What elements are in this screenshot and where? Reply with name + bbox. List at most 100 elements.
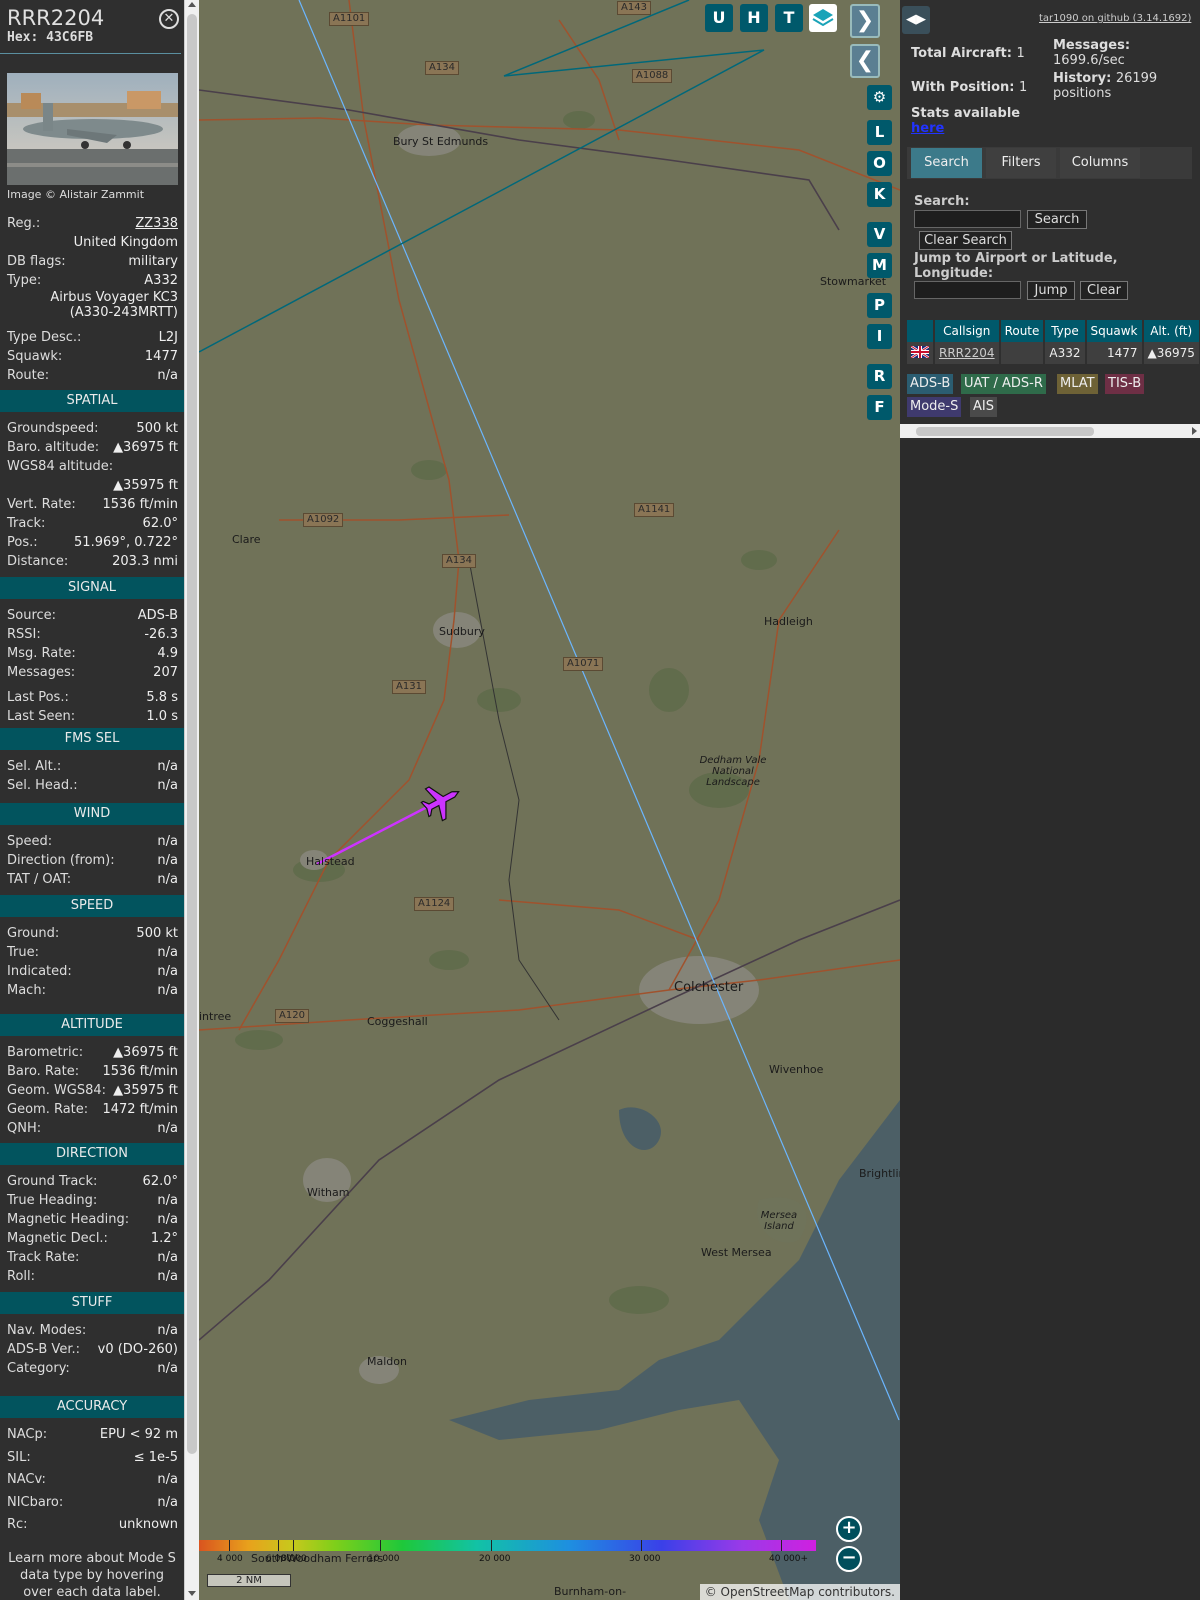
- col-flag[interactable]: [907, 320, 935, 342]
- hscroll-thumb[interactable]: [916, 427, 1094, 436]
- info-value: 1.2°: [150, 1231, 178, 1246]
- info-row: Roll: n/a: [7, 1267, 178, 1286]
- table-horizontal-scrollbar[interactable]: [900, 424, 1200, 438]
- map-button-o[interactable]: O: [867, 151, 892, 176]
- info-row: Pos.: 51.969°, 0.722°: [7, 533, 178, 552]
- badge-ais[interactable]: AIS: [970, 397, 997, 417]
- uk-flag-icon: [907, 342, 935, 364]
- map-button-h[interactable]: H: [740, 4, 768, 32]
- info-row: Magnetic Decl.: 1.2°: [7, 1229, 178, 1248]
- info-key: Mach:: [7, 983, 46, 998]
- map-road-label: A134: [425, 61, 459, 75]
- badge-adsb[interactable]: ADS-B: [907, 374, 954, 394]
- tab-filters[interactable]: Filters: [986, 148, 1056, 178]
- row-callsign[interactable]: RRR2204: [934, 342, 1001, 364]
- scroll-up-icon[interactable]: [188, 2, 196, 7]
- badge-tisb[interactable]: TIS-B: [1105, 374, 1145, 394]
- legend-label: 8 000: [281, 1554, 307, 1564]
- col-squawk[interactable]: Squawk: [1085, 320, 1144, 342]
- map-button-p[interactable]: P: [867, 293, 892, 318]
- section-direction: DIRECTION: [0, 1143, 184, 1165]
- info-row: QNH: n/a: [7, 1119, 178, 1138]
- col-altitude[interactable]: Alt. (ft): [1142, 320, 1200, 342]
- search-input[interactable]: [914, 210, 1021, 228]
- info-key: Sel. Alt.:: [7, 759, 62, 774]
- with-position: With Position: 1: [911, 80, 1028, 95]
- expand-right-icon[interactable]: ❯: [850, 4, 880, 38]
- info-key: Track Rate:: [7, 1250, 80, 1265]
- info-value: 4.9: [157, 646, 178, 661]
- map-button-m[interactable]: M: [867, 253, 892, 278]
- table-row[interactable]: RRR2204 A332 1477 ▲36975: [907, 342, 1200, 364]
- map-button-l[interactable]: L: [867, 120, 892, 145]
- map-button-u[interactable]: U: [705, 4, 733, 32]
- jump-button[interactable]: Jump: [1027, 281, 1075, 300]
- search-button[interactable]: Search: [1027, 210, 1087, 229]
- settings-gear-icon[interactable]: ⚙: [867, 85, 892, 110]
- info-key: Geom. Rate:: [7, 1102, 89, 1117]
- map-button-f[interactable]: F: [867, 395, 892, 420]
- info-key: Magnetic Decl.:: [7, 1231, 108, 1246]
- section-speed: SPEED: [0, 895, 184, 917]
- info-key: Rc:: [7, 1517, 28, 1532]
- info-key: True:: [7, 945, 39, 960]
- section-wind: WIND: [0, 803, 184, 825]
- info-row: Nav. Modes: n/a: [7, 1321, 178, 1340]
- info-value: 5.8 s: [146, 690, 178, 705]
- info-row: Messages: 207: [7, 663, 178, 682]
- map-button-k[interactable]: K: [867, 182, 892, 207]
- info-key: Geom. WGS84:: [7, 1083, 107, 1098]
- info-value: n/a: [157, 1212, 178, 1227]
- map-town-label: Dedham Vale National Landscape: [699, 755, 767, 788]
- tab-columns[interactable]: Columns: [1060, 148, 1140, 178]
- row-altitude: ▲36975: [1142, 342, 1200, 364]
- badge-mlat[interactable]: MLAT: [1057, 374, 1098, 394]
- info-value: 500 kt: [136, 421, 178, 436]
- info-key: Nav. Modes:: [7, 1323, 87, 1338]
- section-altitude: ALTITUDE: [0, 1014, 184, 1036]
- info-row: Sel. Head.: n/a: [7, 776, 178, 795]
- tab-search[interactable]: Search: [911, 148, 982, 178]
- map-button-i[interactable]: I: [867, 324, 892, 349]
- clear-button[interactable]: Clear: [1080, 281, 1128, 300]
- map-button-r[interactable]: R: [867, 364, 892, 389]
- legend-tick: [491, 1540, 492, 1551]
- aircraft-photo[interactable]: [7, 73, 178, 185]
- layers-icon[interactable]: [809, 4, 837, 32]
- github-link[interactable]: tar1090 on github (3.14.1692): [1039, 13, 1191, 24]
- close-icon[interactable]: ✕: [159, 9, 179, 29]
- col-callsign[interactable]: Callsign: [934, 320, 1001, 342]
- badge-uat-adsr[interactable]: UAT / ADS-R: [961, 374, 1046, 394]
- info-row: Ground Track: 62.0°: [7, 1172, 178, 1191]
- zoom-out-button[interactable]: −: [836, 1546, 862, 1572]
- col-type[interactable]: Type: [1044, 320, 1087, 342]
- info-key: Pos.:: [7, 535, 38, 550]
- info-row: Direction (from): n/a: [7, 851, 178, 870]
- altitude-color-legend: [199, 1540, 816, 1551]
- table-header-row: Callsign Route Type Squawk Alt. (ft) Sp: [907, 320, 1200, 342]
- map-view[interactable]: Bury St Edmunds Stowmarket Clare Sudbury Had…: [199, 0, 900, 1600]
- info-scrollbar[interactable]: [184, 0, 199, 1600]
- map-button-t[interactable]: T: [775, 4, 803, 32]
- stats-here-link[interactable]: here: [911, 121, 944, 136]
- info-key: NACp:: [7, 1427, 48, 1442]
- registration-link[interactable]: ZZ338: [135, 216, 178, 231]
- toggle-panel-icon[interactable]: ◀▶: [902, 6, 930, 34]
- info-row: True Heading: n/a: [7, 1191, 178, 1210]
- jump-input[interactable]: [914, 281, 1021, 299]
- info-key: Indicated:: [7, 964, 72, 979]
- col-route[interactable]: Route: [999, 320, 1046, 342]
- info-value: 1477: [144, 349, 178, 364]
- clear-search-button[interactable]: Clear Search: [919, 231, 1012, 250]
- scroll-thumb[interactable]: [187, 14, 197, 1454]
- hscroll-right-icon[interactable]: [1192, 427, 1197, 435]
- badge-modes[interactable]: Mode-S: [907, 397, 962, 417]
- info-row: True: n/a: [7, 943, 178, 962]
- info-value: n/a: [157, 1472, 178, 1487]
- info-value: A332: [144, 273, 178, 288]
- collapse-left-icon[interactable]: ❮: [850, 44, 880, 78]
- zoom-in-button[interactable]: +: [836, 1516, 862, 1542]
- map-button-v[interactable]: V: [867, 222, 892, 247]
- scroll-down-icon[interactable]: [188, 1591, 196, 1596]
- map-attribution[interactable]: © OpenStreetMap contributors.: [699, 1584, 900, 1600]
